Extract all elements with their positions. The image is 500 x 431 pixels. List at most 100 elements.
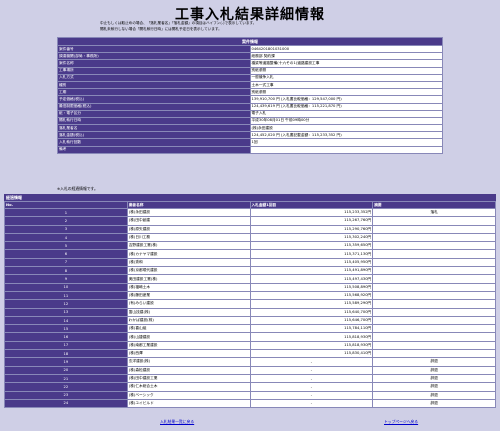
info-label: 備考 xyxy=(57,145,251,154)
bid-no: 1 xyxy=(4,207,128,218)
info-value: 124,452,020 円 (入札書記載金額：115,233,352 円) xyxy=(249,131,443,140)
table-row: 21 (株)田中建設工業 - 辞退 xyxy=(4,373,496,384)
bid-amount: 115,371,130円 xyxy=(249,249,374,259)
info-value xyxy=(249,145,443,154)
bid-no: 17 xyxy=(4,340,128,351)
bid-company-name: (株)森松建設 xyxy=(126,365,251,375)
table-row: 22 (株)仁木総合土木 - 辞退 xyxy=(4,382,496,392)
bid-company-name: (株)日川工務 xyxy=(126,232,251,243)
bid-no: 6 xyxy=(4,249,128,259)
table-row: 12 (有)みらい建設 115,589,290円 xyxy=(4,299,496,309)
table-row: 11 (株)藤田産業 115,568,920円 xyxy=(4,290,496,301)
info-row: 工事場所 別紙参照 xyxy=(57,66,443,75)
bid-company-name: (株)南都工業建設 xyxy=(126,340,251,351)
bid-amount: 115,640,700円 xyxy=(249,307,374,317)
info-label: 最低制限価格(税込) xyxy=(57,102,251,111)
bid-no: 13 xyxy=(4,307,128,317)
bid-remark: 落札 xyxy=(372,207,496,218)
table-row: 7 (株)秀和 115,405,950円 xyxy=(4,257,496,268)
bid-company-name: (株)田中建設工業 xyxy=(126,373,251,384)
bid-amount: 115,646,700円 xyxy=(249,315,374,326)
info-label: 案件番号 xyxy=(57,44,251,54)
info-label: 入札方式 xyxy=(57,73,251,82)
bid-no: 10 xyxy=(4,282,128,292)
bid-remark xyxy=(372,315,496,326)
bid-no: 14 xyxy=(4,315,128,326)
info-label: 工事場所 xyxy=(57,66,251,75)
bid-amount: 115,405,950円 xyxy=(249,257,374,268)
info-label: 工期 xyxy=(57,88,251,97)
bid-remark: 辞退 xyxy=(372,398,496,409)
info-value: 124,439,619 円 (入札書比較価格：115,221,870 円) xyxy=(249,102,443,111)
bid-amount: 115,491,890円 xyxy=(249,266,374,276)
bids-table: No. 業者名称 入札金額1回目 摘要 1 (株)永田建設 115,233,352円… xyxy=(4,201,496,409)
bid-remark xyxy=(372,266,496,276)
back-to-list-link[interactable]: 入札結果一覧に戻る xyxy=(160,419,194,425)
table-row: 13 富山技建(株) 115,640,700円 xyxy=(4,307,496,317)
bid-company-name: (株)西澤 xyxy=(126,349,251,359)
bid-remark: 辞退 xyxy=(372,365,496,375)
bid-remark xyxy=(372,299,496,309)
bid-amount: - xyxy=(249,382,374,392)
bid-company-name: (株)仁木総合土木 xyxy=(126,382,251,392)
progress-note: ※入札の経過情報です。 xyxy=(57,186,98,191)
bid-remark xyxy=(372,340,496,351)
table-row: 18 (株)西澤 115,830,410円 xyxy=(4,349,496,359)
bid-no: 4 xyxy=(4,232,128,243)
bid-amount: 115,233,352円 xyxy=(249,207,374,218)
info-row: 工期 別紙参照 xyxy=(57,88,443,97)
bid-no: 19 xyxy=(4,357,128,367)
info-row: 入札方式 一般競争入札 xyxy=(57,73,443,82)
info-row: 開札執行日時 平成30年08月01日 午前09時00分 xyxy=(57,116,443,126)
info-table: 案件情報 案件番号 0464201801031000 調達機関(部局・事務所) 総務部… xyxy=(57,37,443,154)
bid-amount: 115,302,240円 xyxy=(249,232,374,243)
col-no: No. xyxy=(4,201,128,209)
bid-company-name: 吉野建設工業(株) xyxy=(126,241,251,251)
bid-company-name: 奥田建設工業(株) xyxy=(126,274,251,284)
info-row: 落札業者名 (株)永田建設 xyxy=(57,124,443,133)
info-row: 最低制限価格(税込) 124,439,619 円 (入札書比較価格：115,221… xyxy=(57,102,443,111)
bid-amount: 115,818,930円 xyxy=(249,340,374,351)
bid-no: 11 xyxy=(4,290,128,301)
bid-no: 3 xyxy=(4,224,128,234)
bid-amount: - xyxy=(249,365,374,375)
bid-amount: 115,290,760円 xyxy=(249,224,374,234)
bid-amount: 115,784,110円 xyxy=(249,324,374,334)
bid-remark xyxy=(372,249,496,259)
bid-remark xyxy=(372,274,496,284)
table-row: 1 (株)永田建設 115,233,352円 落札 xyxy=(4,207,496,218)
bid-no: 9 xyxy=(4,274,128,284)
info-value: 平成30年08月01日 午前09時00分 xyxy=(249,116,443,126)
info-value: 別紙参照 xyxy=(249,66,443,75)
bid-remark xyxy=(372,216,496,226)
table-row: 10 (株)福嶋土木 115,508,890円 xyxy=(4,282,496,292)
info-label: 種別 xyxy=(57,80,251,90)
bid-no: 20 xyxy=(4,365,128,375)
bid-remark xyxy=(372,232,496,243)
table-row: 8 (株)京都現代建設 115,491,890円 xyxy=(4,266,496,276)
bid-company-name: (株)田中創建 xyxy=(126,216,251,226)
info-row: 調達機関(部局・事務所) 総務部 契約課 xyxy=(57,52,443,61)
col-amount: 入札金額1回目 xyxy=(249,201,374,209)
bid-no: 12 xyxy=(4,299,128,309)
bid-company-name: わかば建設(株) xyxy=(126,315,251,326)
bid-company-name: (株)ユイビルド xyxy=(126,398,251,409)
bid-remark: 辞退 xyxy=(372,382,496,392)
back-to-top-link[interactable]: トップページへ戻る xyxy=(384,419,418,425)
info-value: 1回 xyxy=(249,138,443,147)
table-row: 14 わかば建設(株) 115,646,700円 xyxy=(4,315,496,326)
info-value: 総務部 契約課 xyxy=(249,52,443,61)
bid-no: 18 xyxy=(4,349,128,359)
bid-remark xyxy=(372,349,496,359)
bid-amount: - xyxy=(249,398,374,409)
bid-no: 22 xyxy=(4,382,128,392)
bid-company-name: (株)山捷建設 xyxy=(126,332,251,342)
info-row: 案件番号 0464201801031000 xyxy=(57,44,443,54)
bid-company-name: (株)永田建設 xyxy=(126,207,251,218)
bid-company-name: (株)福嶋土木 xyxy=(126,282,251,292)
bid-amount: 115,508,890円 xyxy=(249,282,374,292)
table-row: 23 (株)ベーシック - 辞退 xyxy=(4,390,496,400)
bid-company-name: (株)喜山組 xyxy=(126,324,251,334)
table-row: 16 (株)山捷建設 115,818,930円 xyxy=(4,332,496,342)
bid-company-name: (株)秀和 xyxy=(126,257,251,268)
